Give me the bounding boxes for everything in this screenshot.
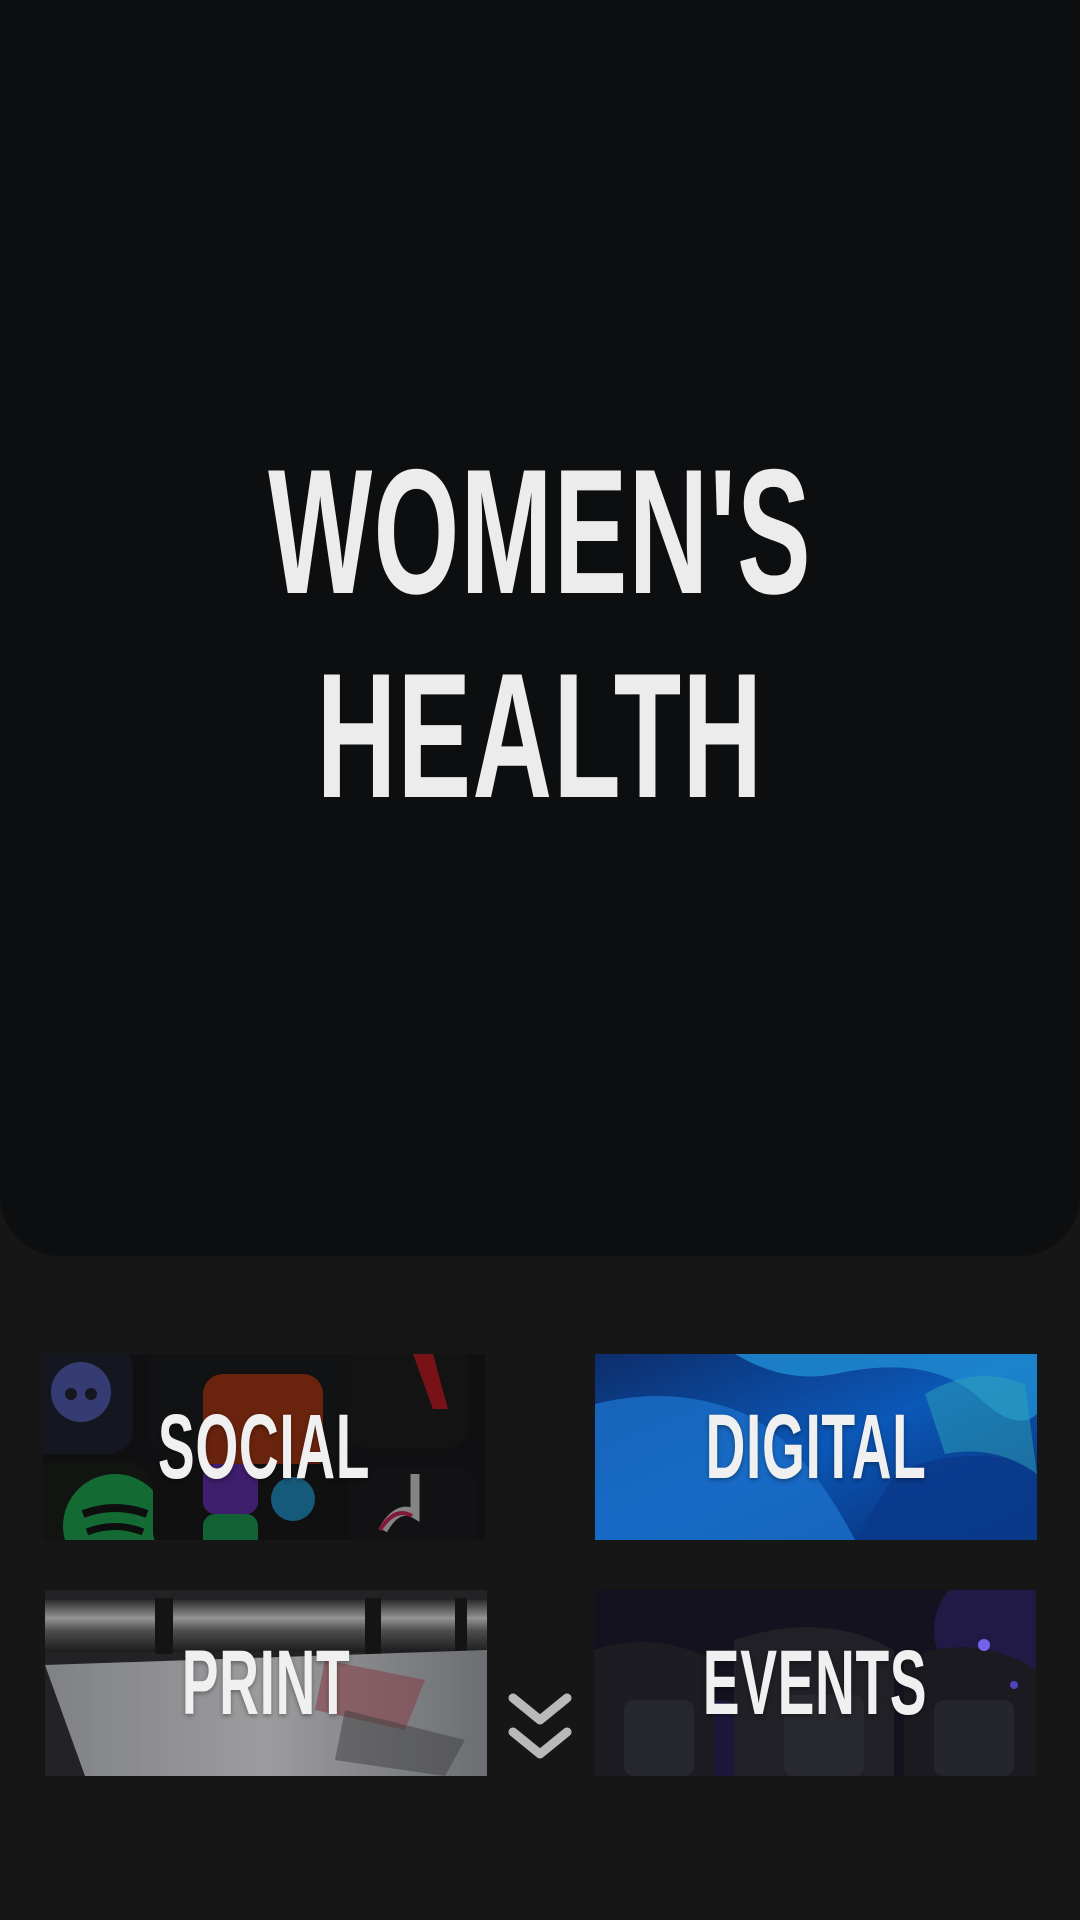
hero-title-line-2: HEALTH: [316, 636, 764, 835]
page: WOMEN'S HEALTH SOCIAL DIGITAL PRINT EVEN…: [0, 0, 1080, 1920]
tile-events-label: EVENTS: [702, 1631, 928, 1734]
hero-section: WOMEN'S HEALTH: [0, 0, 1080, 1256]
tile-social-label: SOCIAL: [157, 1395, 371, 1498]
tile-social[interactable]: SOCIAL: [43, 1354, 485, 1540]
tile-digital[interactable]: DIGITAL: [595, 1354, 1037, 1540]
tile-print-label: PRINT: [181, 1631, 351, 1734]
tile-print[interactable]: PRINT: [45, 1590, 487, 1776]
tile-digital-label: DIGITAL: [705, 1395, 927, 1498]
hero-title: WOMEN'S HEALTH: [205, 430, 875, 838]
hero-title-line-1: WOMEN'S: [268, 432, 812, 631]
double-chevron-down-icon: [508, 1693, 572, 1759]
scroll-down-button[interactable]: [507, 1690, 573, 1766]
tile-events[interactable]: EVENTS: [594, 1590, 1036, 1776]
